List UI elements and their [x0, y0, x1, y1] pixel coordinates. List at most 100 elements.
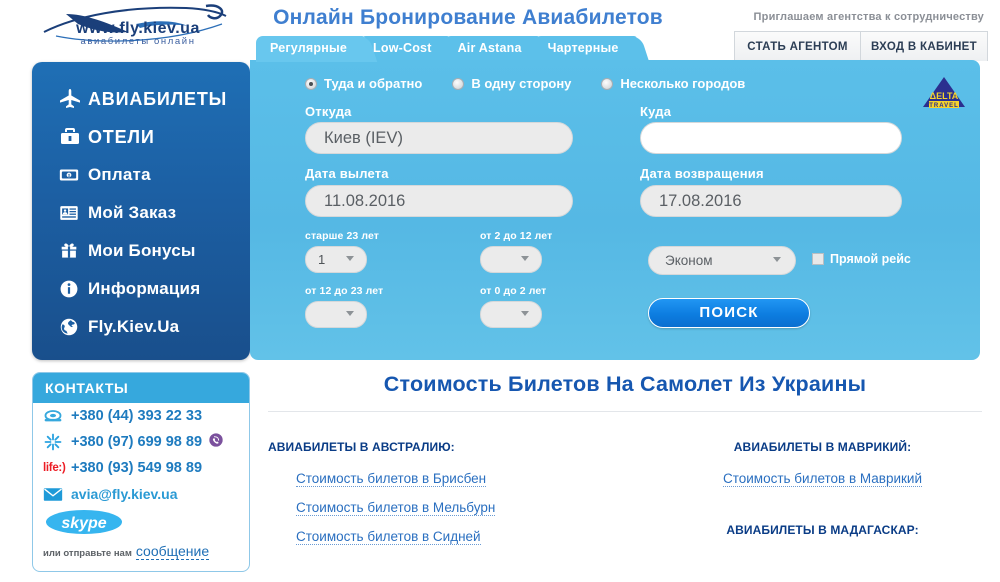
destination-link[interactable]: Стоимость билетов в Брисбен: [296, 471, 487, 487]
sidebar-item-my-bonuses[interactable]: Мои Бонусы: [32, 232, 250, 270]
sidebar-item-label: АВИАБИЛЕТЫ: [88, 88, 228, 109]
contact-row[interactable]: +380 (97) 699 98 89: [33, 429, 249, 455]
category-title: АВИАБИЛЕТЫ В МАДАГАСКАР:: [726, 523, 919, 537]
login-cabinet-button[interactable]: ВХОД В КАБИНЕТ: [861, 31, 988, 61]
radio-indicator: [305, 77, 317, 90]
sidebar-item-label: ОТЕЛИ: [88, 126, 155, 147]
skype-logo[interactable]: skype: [33, 509, 249, 540]
page-root: www.fly.kiev.ua авиабилеты онлайн Онлайн…: [0, 0, 1000, 582]
tab-charter[interactable]: Чартерные: [533, 36, 637, 62]
destination-link[interactable]: Стоимость билетов в Маврикий: [722, 471, 923, 487]
pax-adults-select[interactable]: 1: [305, 246, 367, 273]
sidebar-item-fly-kiev-ua[interactable]: Fly.Kiev.Ua: [32, 308, 250, 346]
pax-children-select[interactable]: [480, 246, 542, 273]
life-brand-label: life:): [43, 462, 66, 474]
sidebar-item-my-order[interactable]: Мой Заказ: [32, 194, 250, 232]
envelope-icon: [43, 487, 71, 502]
checkbox-box: [812, 253, 824, 265]
destination-columns: АВИАБИЛЕТЫ В АВСТРАЛИЮ: Стоимость билето…: [268, 440, 982, 557]
destination-link[interactable]: Стоимость билетов в Мельбурн: [296, 500, 496, 516]
trip-type-label: Туда и обратно: [324, 76, 423, 91]
heading-divider: [268, 411, 982, 412]
contact-row[interactable]: life:) +380 (93) 549 98 89: [33, 455, 249, 481]
tab-lowcost-label: Low-Cost: [373, 41, 432, 55]
become-agent-button[interactable]: СТАТЬ АГЕНТОМ: [734, 31, 861, 61]
sidebar-item-information[interactable]: Информация: [32, 270, 250, 308]
pax-infants-label: от 0 до 2 лет: [480, 285, 547, 297]
chevron-down-icon: [521, 311, 529, 316]
trip-type-round-trip[interactable]: Туда и обратно: [305, 76, 422, 91]
pax-adults-value: 1: [318, 252, 326, 267]
contacts-title: КОНТАКТЫ: [33, 373, 249, 403]
chevron-down-icon: [346, 311, 354, 316]
origin-input[interactable]: [305, 122, 573, 154]
return-date-input[interactable]: [640, 185, 902, 217]
sidebar-item-hotels[interactable]: ОТЕЛИ: [32, 118, 250, 156]
sidebar-item-label: Мои Бонусы: [88, 241, 196, 260]
category-title: АВИАБИЛЕТЫ В АВСТРАЛИЮ:: [268, 440, 455, 454]
contacts-box: КОНТАКТЫ +380 (44) 393 22 33 +380 (97) 6…: [32, 372, 250, 572]
sidebar-item-label: Мой Заказ: [88, 203, 177, 222]
contact-phone-number: +380 (93) 549 98 89: [71, 460, 203, 476]
direct-flight-checkbox[interactable]: Прямой рейс: [812, 252, 911, 266]
column-mauritius-madagascar: АВИАБИЛЕТЫ В МАВРИКИЙ: Стоимость билетов…: [625, 440, 982, 557]
origin-label: Откуда: [305, 104, 352, 119]
sidebar-item-label: Оплата: [88, 165, 151, 184]
cabin-class-select[interactable]: Эконом: [648, 246, 796, 275]
depart-date-label: Дата вылета: [305, 166, 389, 181]
return-date-label: Дата возвращения: [640, 166, 764, 181]
viber-icon: [208, 432, 224, 453]
trip-type-multi-city[interactable]: Несколько городов: [601, 76, 745, 91]
svg-text:skype: skype: [61, 515, 106, 532]
pax-infants-select[interactable]: [480, 301, 542, 328]
plane-icon: [58, 87, 88, 111]
agency-invite-text: Приглашаем агентства к сотрудничеству: [753, 11, 984, 23]
tab-regular[interactable]: Регулярные: [256, 36, 366, 62]
tab-air-astana[interactable]: Air Astana: [443, 36, 540, 62]
send-message-row[interactable]: или отправьте нам сообщение: [33, 543, 249, 560]
link-list: Стоимость билетов в Брисбен Стоимость би…: [268, 470, 625, 557]
main-sidebar: АВИАБИЛЕТЫ ОТЕЛИ $ Оплата Мой Заказ Мои …: [32, 62, 250, 360]
pax-children-label: от 2 до 12 лет: [480, 230, 553, 242]
link-list: Стоимость билетов в Маврикий: [703, 470, 982, 499]
svg-text:ΔELTA: ΔELTA: [930, 91, 959, 101]
destination-link[interactable]: Стоимость билетов в Сидней: [296, 529, 481, 545]
svg-text:TRAVEL: TRAVEL: [929, 103, 959, 109]
cabin-class-value: Эконом: [665, 253, 713, 268]
category-title: АВИАБИЛЕТЫ В МАВРИКИЙ:: [733, 440, 912, 454]
banknote-icon: $: [58, 164, 88, 186]
sidebar-item-avia-tickets[interactable]: АВИАБИЛЕТЫ: [32, 80, 250, 118]
page-title: Онлайн Бронирование Авиабилетов: [273, 6, 663, 29]
search-tabs: Регулярные Low-Cost Air Astana Чартерные: [256, 36, 637, 62]
send-message-link[interactable]: сообщение: [135, 543, 210, 560]
contact-email: avia@fly.kiev.ua: [71, 486, 178, 502]
phone-icon: [43, 408, 71, 424]
destination-input[interactable]: [640, 122, 902, 154]
trip-type-group: Туда и обратно В одну сторону Несколько …: [305, 76, 745, 91]
direct-flight-label: Прямой рейс: [830, 252, 911, 266]
destination-label: Куда: [640, 104, 672, 119]
contact-row[interactable]: +380 (44) 393 22 33: [33, 403, 249, 429]
chevron-down-icon: [346, 256, 354, 261]
pax-youth-select[interactable]: [305, 301, 367, 328]
contact-phone-number: +380 (97) 699 98 89: [71, 434, 203, 450]
flight-search-panel: Туда и обратно В одну сторону Несколько …: [250, 60, 980, 360]
tab-charter-label: Чартерные: [547, 41, 619, 55]
sidebar-item-payment[interactable]: $ Оплата: [32, 156, 250, 194]
radio-indicator: [452, 77, 465, 90]
sidebar-item-label: Информация: [88, 279, 201, 298]
content-heading: Стоимость Билетов На Самолет Из Украины: [383, 372, 867, 396]
briefcase-icon: [58, 125, 88, 149]
id-card-icon: [58, 202, 88, 224]
delta-travel-logo: ΔELTA TRAVEL: [920, 74, 968, 114]
logo-subtitle-text: авиабилеты онлайн: [80, 36, 196, 47]
contact-row[interactable]: avia@fly.kiev.ua: [33, 481, 249, 507]
tab-air-astana-label: Air Astana: [457, 41, 522, 55]
pax-adults-label: старше 23 лет: [305, 230, 380, 242]
site-logo[interactable]: www.fly.kiev.ua авиабилеты онлайн: [36, 2, 240, 47]
sidebar-item-label: Fly.Kiev.Ua: [88, 317, 180, 336]
search-button[interactable]: ПОИСК: [648, 298, 810, 328]
gift-icon: [58, 240, 88, 262]
trip-type-one-way[interactable]: В одну сторону: [452, 76, 571, 91]
depart-date-input[interactable]: [305, 185, 573, 217]
